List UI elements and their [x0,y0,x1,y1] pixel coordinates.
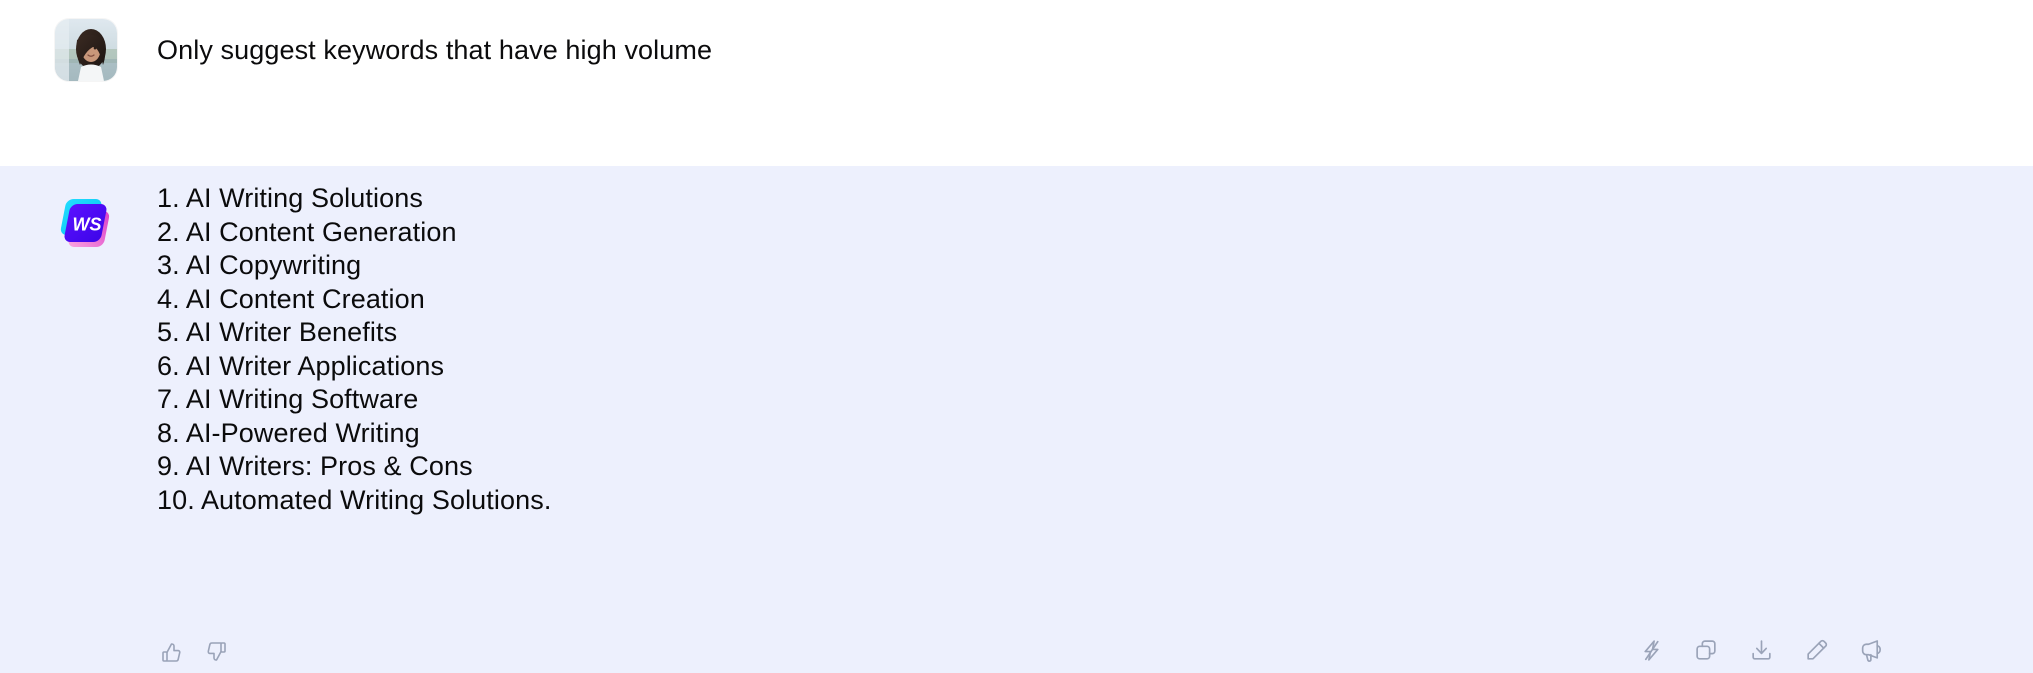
list-item: 10. Automated Writing Solutions. [157,484,552,515]
copy-button[interactable] [1692,636,1720,664]
keyword-suggestion-list: 1. AI Writing Solutions 2. AI Content Ge… [157,182,2033,517]
download-icon [1751,639,1771,660]
user-avatar-container [55,19,117,166]
thumbs-up-button[interactable] [157,637,187,667]
download-button[interactable] [1747,636,1775,664]
copy-icon [1695,639,1716,660]
user-message-turn: Only suggest keywords that have high vol… [0,0,2033,166]
edit-button[interactable] [1802,636,1830,664]
list-item: 6. AI Writer Applications [157,350,445,381]
avatar [55,19,117,81]
promote-button[interactable] [1857,636,1885,664]
chat-transcript: Only suggest keywords that have high vol… [0,0,2033,673]
pencil-icon [1806,639,1827,660]
writesonic-logo: WS [60,199,110,247]
user-message-text: Only suggest keywords that have high vol… [157,35,713,65]
assistant-body: 1. AI Writing Solutions 2. AI Content Ge… [157,182,2033,673]
list-item: 5. AI Writer Benefits [157,317,398,347]
list-item: 7. AI Writing Software [157,384,419,414]
list-item: 2. AI Content Generation [157,216,457,247]
thumbs-down-icon [207,642,226,661]
list-item: 4. AI Content Creation [157,283,425,314]
assistant-logo-container: WS [55,182,117,673]
logo-text: WS [73,215,102,235]
lightning-button[interactable] [1637,636,1665,664]
message-actions-row [1637,636,1885,664]
list-item: 8. AI-Powered Writing [157,417,420,448]
thumbs-down-button[interactable] [201,637,231,667]
megaphone-icon [1861,639,1881,662]
feedback-row [157,637,231,667]
list-item: 3. AI Copywriting [157,250,362,280]
thumbs-up-icon [162,643,181,662]
lightning-icon [1643,639,1659,661]
list-item: 9. AI Writers: Pros & Cons [157,451,473,481]
assistant-message-turn: WS 1. AI Writing Solutions 2. AI Content… [0,166,2033,673]
list-item: 1. AI Writing Solutions [157,183,423,213]
